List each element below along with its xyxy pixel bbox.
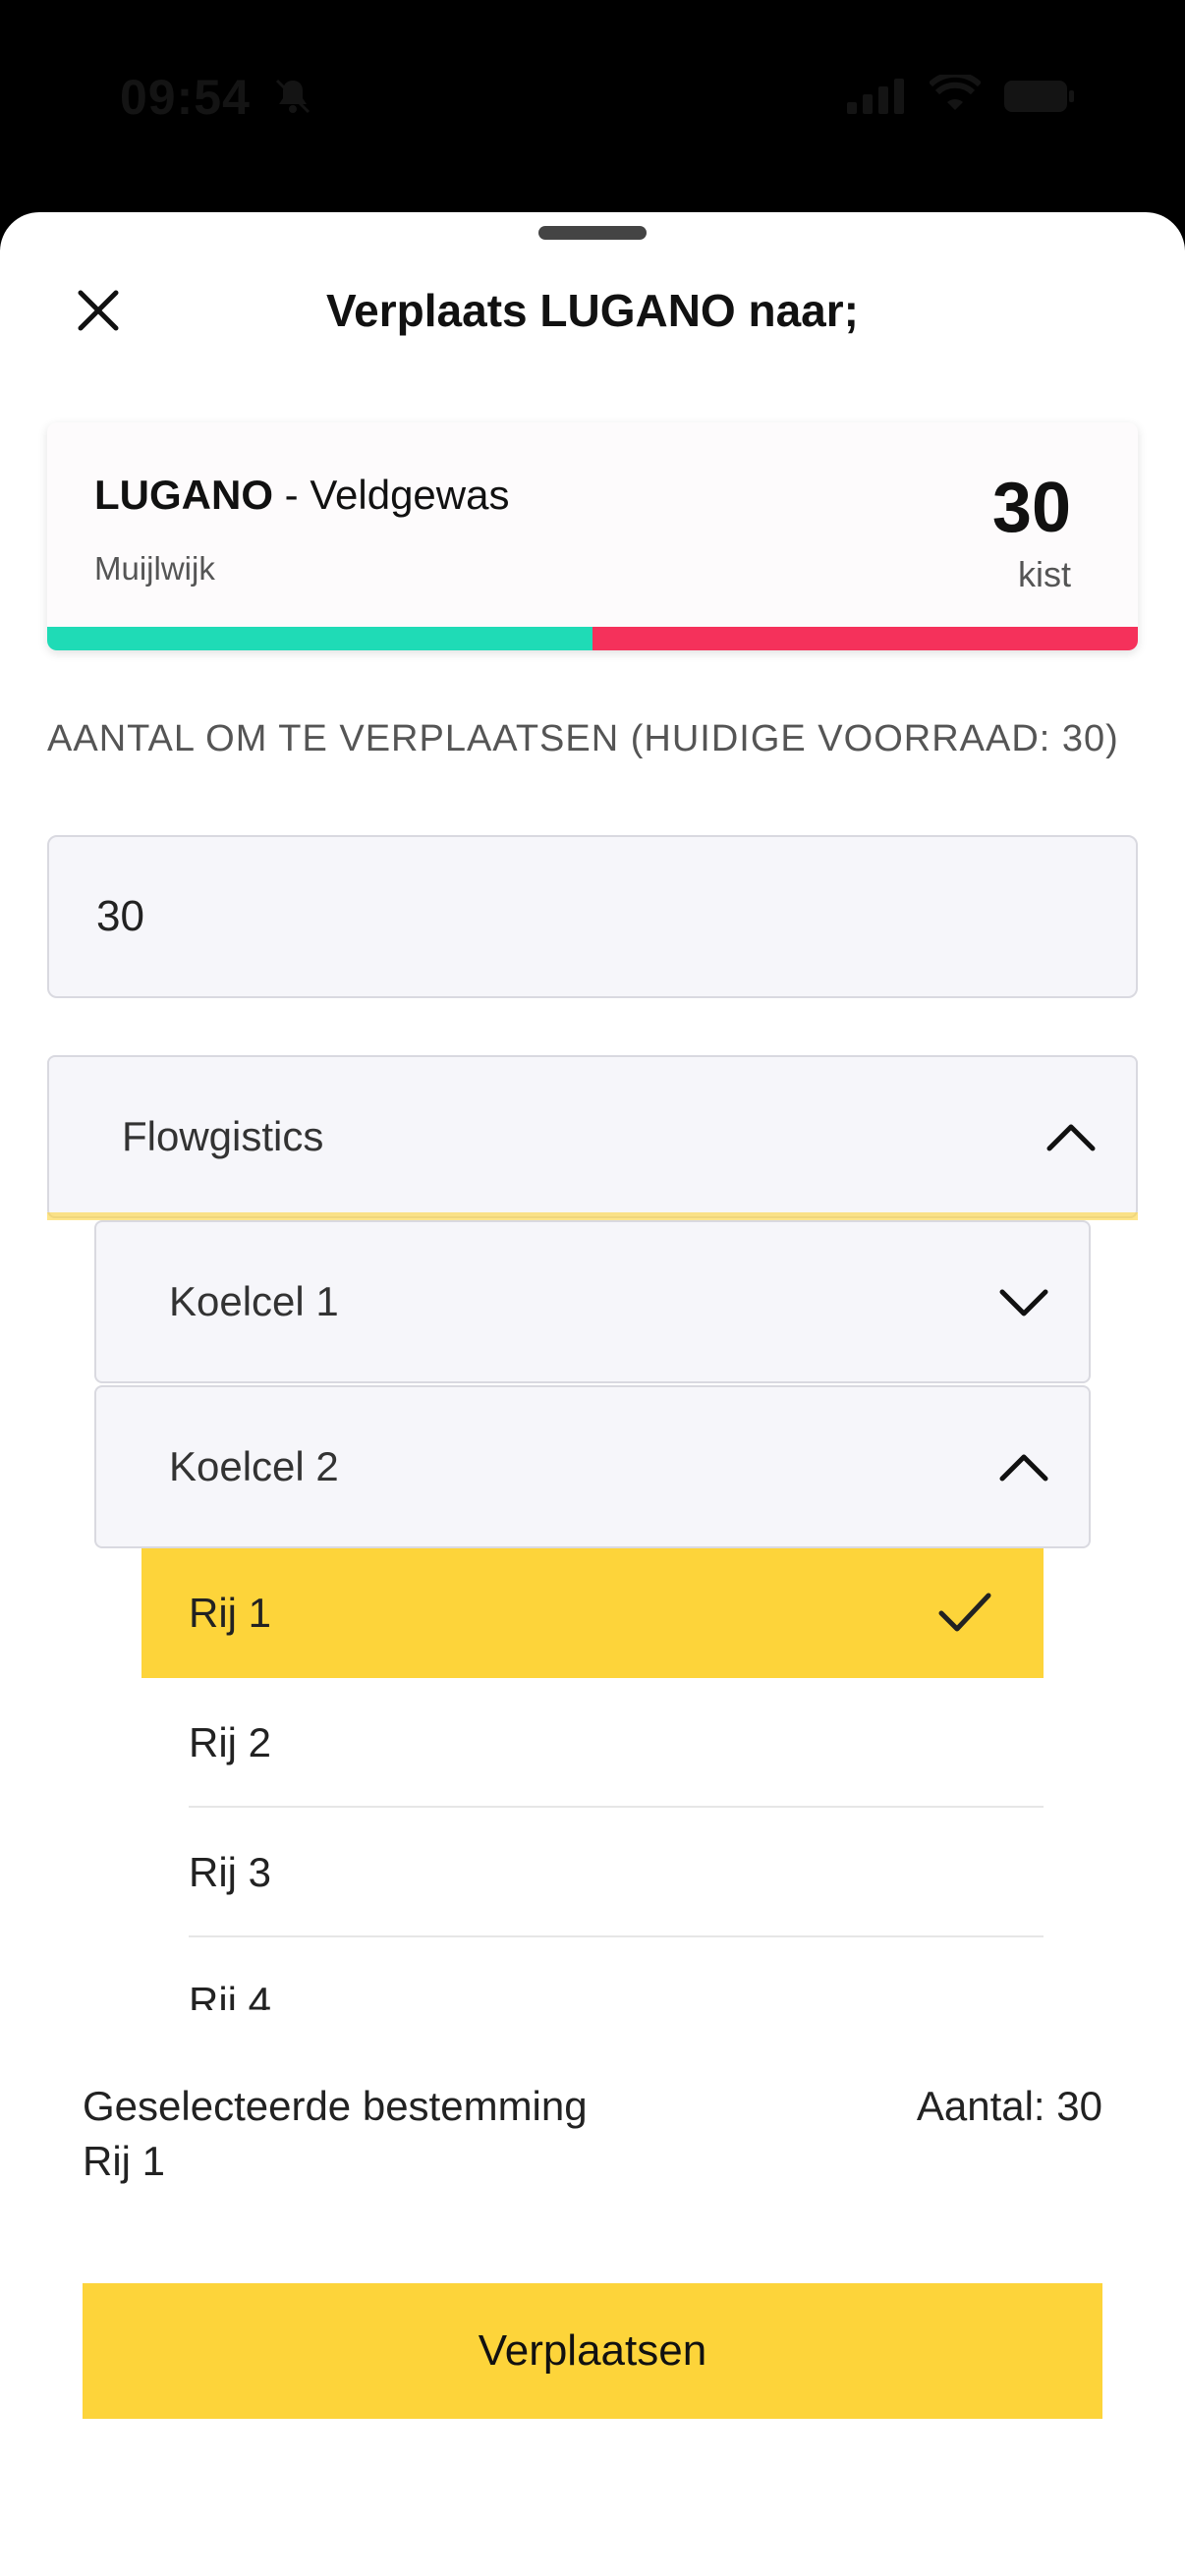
quantity-input[interactable] (47, 835, 1138, 998)
row-option-2[interactable]: Rij 2 (141, 1678, 1044, 1808)
checkmark-icon (938, 1593, 991, 1632)
chevron-up-icon (1046, 1124, 1096, 1151)
stock-bar-moved (592, 627, 1138, 650)
cell-dropdown-koelcel-2[interactable]: Koelcel 2 (94, 1385, 1091, 1548)
warehouse-dropdown-accent (47, 1212, 1138, 1220)
row-option-3[interactable]: Rij 3 (141, 1808, 1044, 1937)
cell-dropdown-label: Koelcel 2 (169, 1443, 339, 1489)
product-card: LUGANO - Veldgewas Muijlwijk 30 kist (47, 422, 1138, 650)
bell-muted-icon (275, 79, 310, 114)
row-option-4[interactable]: Rij 4 (141, 1937, 1044, 2010)
chevron-down-icon (999, 1289, 1048, 1316)
chevron-up-icon (999, 1454, 1048, 1482)
warehouse-dropdown-label: Flowgistics (122, 1113, 324, 1159)
sheet-grabber[interactable] (538, 226, 647, 240)
selected-destination-value: Rij 1 (83, 2138, 166, 2184)
battery-icon (1004, 81, 1074, 112)
move-button[interactable]: Verplaatsen (83, 2283, 1102, 2419)
cellular-signal-icon (847, 79, 904, 114)
product-unit: kist (1018, 554, 1071, 594)
move-sheet: Verplaats LUGANO naar; LUGANO - Veldgewa… (0, 212, 1185, 2576)
warehouse-dropdown[interactable]: Flowgistics (47, 1055, 1138, 1218)
cell-dropdown-label: Koelcel 1 (169, 1278, 339, 1324)
row-option-1[interactable]: Rij 1 (141, 1548, 1044, 1678)
status-time: 09:54 (120, 70, 251, 125)
cell-dropdown-koelcel-1[interactable]: Koelcel 1 (94, 1220, 1091, 1383)
product-name: LUGANO - Veldgewas (94, 472, 509, 519)
product-quantity: 30 (991, 469, 1071, 547)
row-option-label: Rij 1 (189, 1590, 272, 1636)
selected-amount: Aantal: 30 (916, 2083, 1102, 2129)
product-category: Veldgewas (310, 472, 510, 518)
row-option-label: Rij 4 (189, 1979, 272, 2010)
product-separator: - (273, 472, 310, 518)
selected-destination: Geselecteerde bestemming Rij 1 (83, 2079, 588, 2189)
row-option-label: Rij 3 (189, 1849, 272, 1895)
stock-bar-remaining (47, 627, 592, 650)
product-code: LUGANO (94, 472, 273, 518)
stock-bar (47, 627, 1138, 650)
sheet-title: Verplaats LUGANO naar; (326, 285, 859, 336)
wifi-icon (930, 75, 981, 110)
status-bar: 09:54 (0, 0, 1185, 196)
selected-destination-label: Geselecteerde bestemming (83, 2083, 588, 2129)
product-location: Muijlwijk (94, 550, 215, 587)
row-list[interactable]: Rij 1 Rij 2 Rij 3 Rij 4 (141, 1548, 1044, 2010)
quantity-label: AANTAL OM TE VERPLAATSEN (HUIDIGE VOORRA… (47, 718, 1119, 759)
row-option-label: Rij 2 (189, 1719, 272, 1765)
